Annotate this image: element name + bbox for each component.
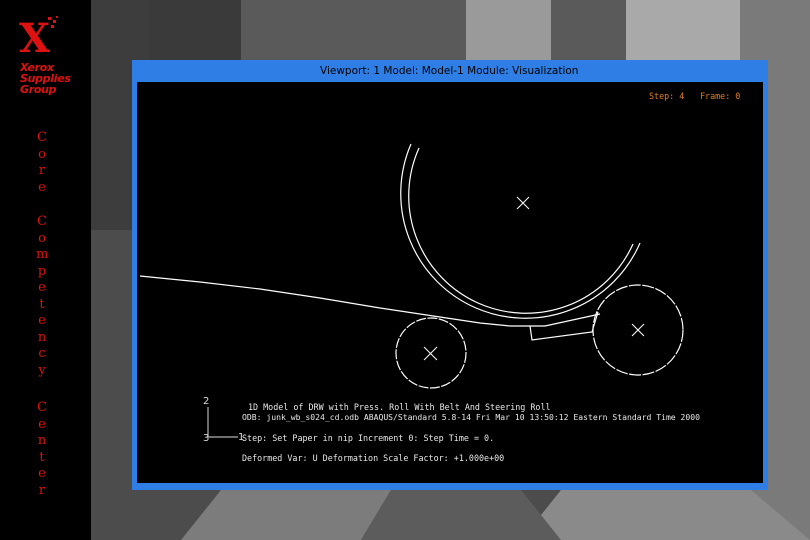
triad-axis-2-label: 2 (203, 396, 209, 407)
model-drawing: 2 1 3 (139, 143, 684, 444)
vertical-letter: e (38, 313, 46, 328)
vertical-letter: e (38, 466, 46, 481)
vertical-letter: t (39, 296, 45, 312)
xerox-logo: X Xerox Supplies Group (16, 14, 76, 104)
step-label: Step: 4 (649, 91, 685, 101)
vertical-letter: n (37, 329, 47, 345)
vertical-letter: r (38, 482, 46, 498)
press-roll-center-marker (423, 346, 438, 361)
step-info: Step: Set Paper in nip Increment 0: Step… (242, 433, 495, 443)
vertical-letter: n (37, 433, 47, 448)
vertical-word-center: Center (36, 400, 48, 499)
vertical-word-core: Core (36, 130, 48, 196)
xerox-x-icon: X (19, 15, 58, 58)
vertical-letter: e (38, 416, 46, 432)
vertical-letter: C (37, 214, 47, 229)
vertical-letter: C (37, 130, 47, 145)
window-title-bar[interactable]: Viewport: 1 Model: Model-1 Module: Visua… (132, 60, 768, 82)
vertical-word-competency: Competency (36, 214, 48, 379)
frame-label: Frame: 0 (700, 91, 741, 101)
coordinate-triad (207, 407, 238, 438)
large-roll-center-marker (516, 196, 530, 210)
vertical-letter: m (36, 247, 49, 262)
vertical-letter: r (38, 163, 46, 178)
triad-axis-3-label: 3 (203, 433, 209, 444)
vertical-letter: c (38, 346, 46, 361)
model-description: 1D Model of DRW with Press. Roll With Be… (248, 402, 551, 412)
deformation-info: Deformed Var: U Deformation Scale Factor… (242, 453, 505, 463)
window-title: Viewport: 1 Model: Model-1 Module: Visua… (320, 65, 579, 77)
vertical-letter: t (39, 449, 45, 465)
svg-text:X: X (19, 15, 50, 58)
vertical-letter: y (38, 362, 46, 378)
odb-info: ODB: junk_wb_s024_cd.odb ABAQUS/Standard… (242, 412, 701, 422)
large-roll-outer-arc (400, 143, 641, 319)
vertical-letter: C (37, 400, 47, 415)
vertical-letter: e (38, 179, 46, 195)
vertical-letter: p (37, 263, 47, 279)
logo-wordmark: Xerox Supplies Group (20, 62, 71, 95)
viewport-canvas[interactable]: 2 1 3 (137, 82, 763, 483)
vertical-letter: o (38, 230, 46, 246)
vertical-letter: e (38, 280, 46, 295)
large-roll-inner-arc (408, 147, 634, 314)
sidebar: X Xerox Supplies Group Core Competency C… (0, 0, 91, 540)
vertical-letter: o (38, 146, 46, 162)
logo-line: Group (20, 83, 57, 96)
steering-roll-center-marker (631, 323, 645, 337)
